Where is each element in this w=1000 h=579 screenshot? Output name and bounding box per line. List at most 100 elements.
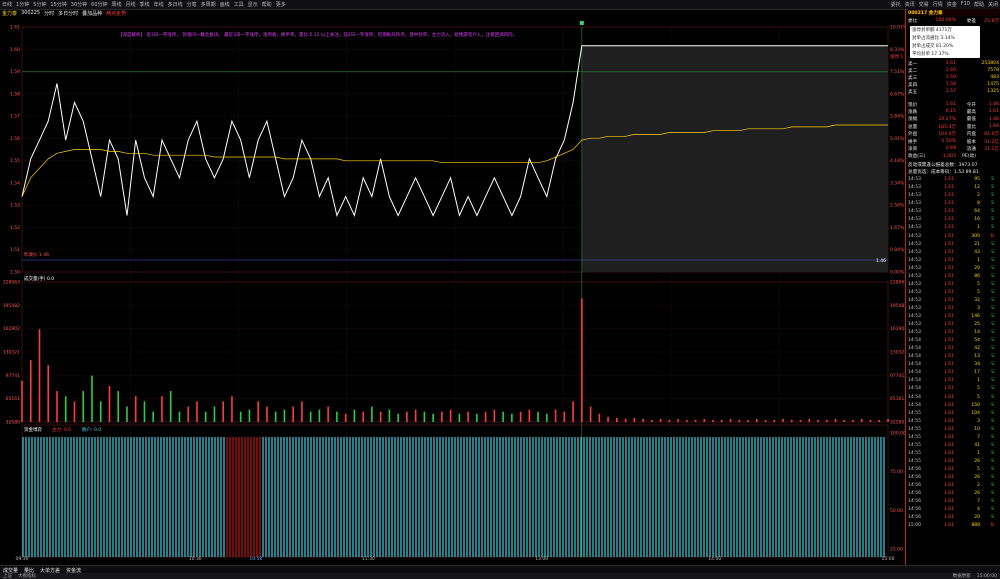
toolbar-right-item[interactable]: 行情	[933, 1, 943, 8]
toolbar-item[interactable]: 5分钟	[33, 1, 46, 8]
volume-bar	[511, 413, 513, 422]
tick-time: 14:56	[908, 491, 921, 497]
volume-bar	[336, 411, 338, 422]
tick-row: 14:55 1.61 10 S	[908, 426, 999, 433]
volume-bar	[852, 419, 854, 422]
tick-price: 1.61	[943, 491, 954, 497]
tick-volume: 5	[977, 394, 980, 400]
pct-tick-label: 0.00%	[890, 270, 905, 276]
tick-side: S	[991, 314, 994, 320]
tick-side: S	[991, 402, 994, 408]
tick-price: 1.61	[943, 257, 954, 263]
toolbar-right-item[interactable]: 资金	[947, 1, 957, 8]
tick-row: 14:56 1.61 7 S	[908, 498, 999, 505]
tick-volume: 146	[971, 314, 980, 320]
intraday-chart[interactable]: 1.61 10.01% 1.60 8.33% 1.59 7.51% 1.58 6.67% 1.5…	[0, 17, 905, 560]
tick-price: 1.61	[943, 265, 954, 271]
tick-time: 14:54	[908, 338, 921, 344]
toolbar-item[interactable]: 季线	[140, 1, 150, 8]
ask-row: 卖一 1.61 253804	[908, 60, 999, 67]
toolbar-item[interactable]: 更多	[276, 1, 286, 8]
price-tick-label: 1.53	[10, 203, 20, 209]
tick-price: 1.61	[943, 450, 954, 456]
toolbar-item[interactable]: 分笔	[187, 1, 197, 8]
tick-volume: 86	[974, 273, 980, 279]
stat-label-2: 量比	[966, 124, 976, 130]
tick-time: 15:00	[908, 523, 921, 529]
multi-day-label[interactable]: 多日分时	[58, 10, 78, 17]
limit-up-tag: 涨停 1.61	[890, 53, 905, 60]
pct-tick-label: 7.51%	[890, 69, 905, 75]
tick-volume: 42	[974, 346, 980, 352]
stat-value: -1.003	[941, 153, 956, 159]
tick-time: 14:53	[908, 193, 921, 199]
indicator-tick-label: 100.00	[890, 431, 905, 437]
tick-volume: 3	[977, 418, 980, 424]
toolbar-item[interactable]: 显示	[248, 1, 258, 8]
tick-row: 14:53 1.61 16 S	[908, 216, 999, 223]
tick-volume: 95	[974, 177, 980, 183]
volume-bar	[371, 406, 373, 422]
tick-volume: 8	[977, 201, 980, 207]
toolbar-item[interactable]: 工具	[234, 1, 244, 8]
toolbar-right-item[interactable]: 交易	[919, 1, 929, 8]
tick-time: 14:53	[908, 289, 921, 295]
time-tick-label: 14:00	[708, 556, 721, 560]
toolbar-item[interactable]: 周线	[112, 1, 122, 8]
volume-bar	[353, 409, 356, 422]
big-order-row: 反动或需逢公报差总数：3973.07	[908, 161, 999, 168]
toolbar-item[interactable]: 画线	[220, 1, 230, 8]
volume-bar	[82, 391, 85, 422]
tick-row: 14:55 1.61 3 S	[908, 418, 999, 425]
tick-time: 14:54	[908, 386, 921, 392]
pct-tick-label: 0.84%	[890, 247, 905, 253]
toolbar-item[interactable]: 15分钟	[50, 1, 66, 8]
toolbar-right-item[interactable]: 关闭	[988, 1, 998, 8]
ask-price: 1.58	[945, 82, 956, 87]
tick-side: S	[991, 475, 994, 481]
status-left-item[interactable]: 上证	[3, 573, 12, 579]
toolbar-item[interactable]: 帮助	[262, 1, 272, 8]
toolbar-right-item[interactable]: F10	[961, 1, 970, 8]
tick-time: 14:53	[908, 273, 921, 279]
tick-price: 1.61	[943, 378, 954, 384]
tick-side: S	[991, 217, 994, 223]
period-label[interactable]: 分时	[44, 10, 54, 17]
status-left-item[interactable]: 大盘指标	[18, 573, 36, 579]
tick-price: 1.61	[943, 289, 954, 295]
volume-bar	[607, 416, 609, 422]
tick-volume: 5	[977, 289, 980, 295]
price-tick-label: 1.52	[10, 225, 20, 231]
pct-tick-label: 6.67%	[890, 91, 905, 97]
quote-title: 000217 金力泰	[908, 10, 943, 16]
toolbar-right-item[interactable]: 帮助	[974, 1, 984, 8]
volume-bar	[878, 419, 881, 422]
indicator-tick-label: 25.00	[890, 547, 903, 553]
toolbar-item[interactable]: 60分钟	[91, 1, 107, 8]
volume-bar	[222, 401, 224, 422]
volume-bar	[161, 396, 163, 422]
price-tick-label: 1.57	[10, 114, 20, 120]
toolbar-right-item[interactable]: 委托	[891, 1, 901, 8]
toolbar-item[interactable]: 30分钟	[71, 1, 87, 8]
toolbar-item[interactable]: 年线	[154, 1, 164, 8]
toolbar-item[interactable]: 日线	[2, 1, 12, 8]
toolbar-item[interactable]: 多日线	[168, 1, 183, 8]
toolbar-right-item[interactable]: 资讯	[905, 1, 915, 8]
volume-bar	[204, 411, 207, 422]
overlay-label[interactable]: 叠加品种	[82, 10, 102, 17]
tick-price: 1.61	[943, 346, 954, 352]
volume-bar	[642, 418, 644, 422]
tick-row: 14:53 1.61 32 S	[908, 297, 999, 304]
volume-bar	[790, 419, 793, 422]
toolbar-item[interactable]: 多周期	[201, 1, 216, 8]
toolbar-item[interactable]: 月线	[126, 1, 136, 8]
tick-price: 1.61	[943, 410, 954, 416]
tick-price: 1.61	[943, 185, 954, 191]
volume-bar	[449, 409, 452, 422]
active-time-label: 10:58	[249, 556, 262, 560]
vol-tick-label-right: 32580	[890, 420, 904, 426]
stat-value-2: 1.66	[988, 124, 999, 130]
toolbar-item[interactable]: 1分钟	[16, 1, 29, 8]
tick-row: 14:55 1.61 41 S	[908, 442, 999, 449]
